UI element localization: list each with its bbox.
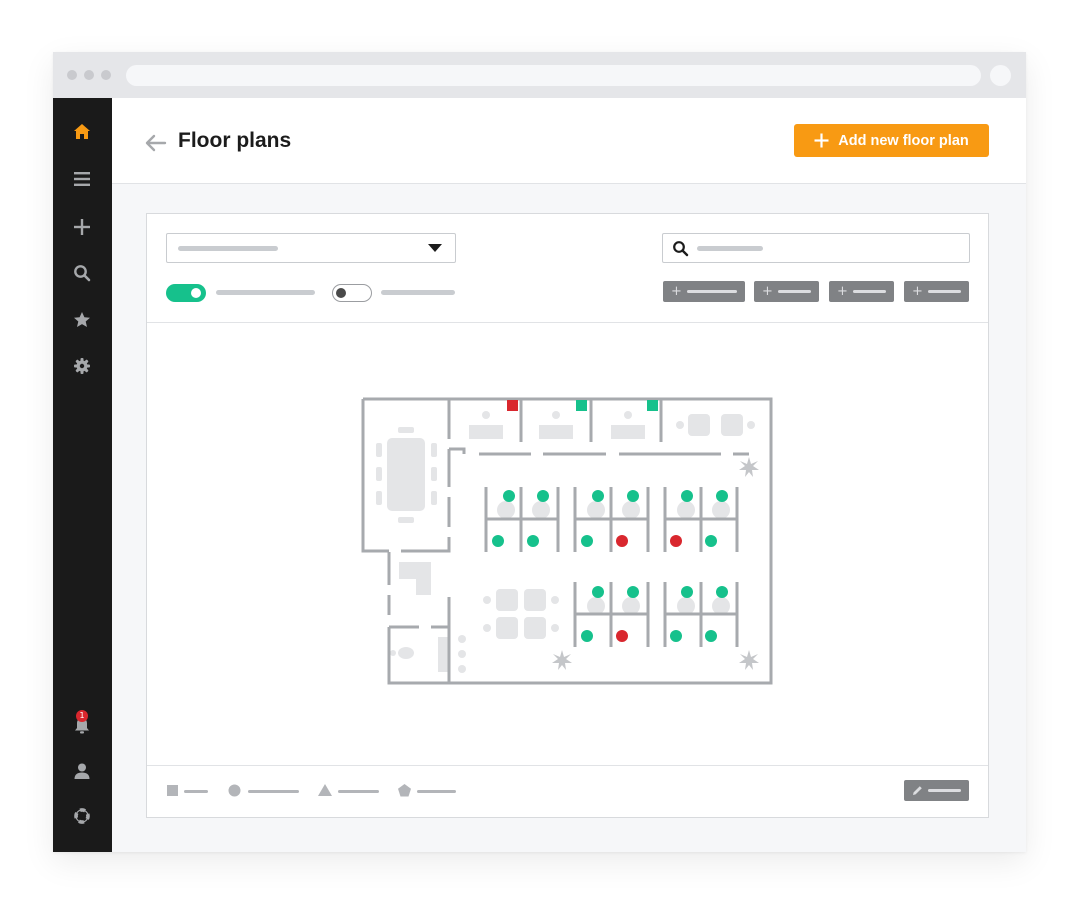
- legend-label: [184, 790, 208, 793]
- window-dot[interactable]: [84, 70, 94, 80]
- plus-icon: +: [837, 284, 848, 299]
- desk-available[interactable]: [681, 490, 693, 502]
- address-bar[interactable]: [126, 65, 981, 86]
- legend-label: [248, 790, 299, 793]
- home-icon: [74, 124, 90, 139]
- search-placeholder: [697, 246, 763, 251]
- plus-icon: [74, 219, 90, 235]
- floor-plan-toolbar: + + + +: [147, 214, 988, 323]
- toggle-switch-off[interactable]: [332, 284, 372, 302]
- toggle-switch-on[interactable]: [166, 284, 206, 302]
- desk-available[interactable]: [627, 490, 639, 502]
- window-dot[interactable]: [101, 70, 111, 80]
- circle-icon: [228, 784, 241, 797]
- add-floor-plan-button[interactable]: Add new floor plan: [794, 124, 989, 157]
- desk-available[interactable]: [581, 535, 593, 547]
- edit-button[interactable]: [904, 780, 969, 801]
- sidebar-item-profile[interactable]: [70, 759, 94, 783]
- furniture: [376, 411, 755, 673]
- floor-select[interactable]: [166, 233, 456, 263]
- page-header: Floor plans Add new floor plan: [112, 98, 1026, 184]
- sidebar-item-search[interactable]: [70, 261, 94, 285]
- desk-occupied[interactable]: [670, 535, 682, 547]
- desk-available[interactable]: [681, 586, 693, 598]
- caret-down-icon: [428, 244, 442, 252]
- browser-profile-button[interactable]: [990, 65, 1011, 86]
- sidebar-item-settings[interactable]: [70, 354, 94, 378]
- filter-button[interactable]: +: [829, 281, 894, 302]
- desk-available[interactable]: [627, 586, 639, 598]
- search-icon: [74, 265, 91, 282]
- sidebar-item-add[interactable]: [70, 215, 94, 239]
- floor-plan-legend: [147, 765, 988, 817]
- sidebar-item-home[interactable]: [70, 120, 94, 144]
- filter-label: [778, 290, 811, 293]
- desk-available[interactable]: [581, 630, 593, 642]
- toggle-knob: [336, 288, 346, 298]
- user-icon: [74, 763, 90, 779]
- filter-label: [687, 290, 737, 293]
- select-placeholder: [178, 246, 278, 251]
- room-status-occupied[interactable]: [507, 400, 518, 411]
- desk-available[interactable]: [716, 490, 728, 502]
- floor-plan-map[interactable]: [361, 397, 773, 685]
- desk-occupied[interactable]: [616, 630, 628, 642]
- desk-available[interactable]: [537, 490, 549, 502]
- legend-label: [417, 790, 456, 793]
- sidebar: 1: [53, 98, 112, 852]
- desk-available[interactable]: [705, 630, 717, 642]
- sidebar-item-menu[interactable]: [70, 167, 94, 191]
- plus-icon: [814, 133, 829, 148]
- browser-chrome: [53, 52, 1026, 98]
- desk-available[interactable]: [592, 490, 604, 502]
- desk-available[interactable]: [705, 535, 717, 547]
- pentagon-icon: [398, 784, 411, 797]
- desk-available[interactable]: [492, 535, 504, 547]
- filter-button[interactable]: +: [663, 281, 745, 302]
- lifebuoy-icon: [74, 808, 90, 824]
- search-icon: [673, 241, 689, 257]
- cubicle-partitions: [484, 487, 739, 647]
- star-icon: [74, 312, 90, 327]
- menu-icon: [74, 172, 90, 186]
- square-icon: [167, 785, 178, 796]
- filter-label: [928, 290, 961, 293]
- desk-available[interactable]: [503, 490, 515, 502]
- desk-occupied[interactable]: [616, 535, 628, 547]
- filter-button[interactable]: +: [904, 281, 969, 302]
- sidebar-item-favorites[interactable]: [70, 308, 94, 332]
- toggle-knob: [191, 288, 201, 298]
- window-dot[interactable]: [67, 70, 77, 80]
- toggle-label: [381, 290, 455, 295]
- sidebar-item-help[interactable]: [70, 804, 94, 828]
- plus-icon: +: [762, 284, 773, 299]
- add-floor-plan-label: Add new floor plan: [838, 132, 969, 149]
- desk-available[interactable]: [716, 586, 728, 598]
- desk-available[interactable]: [592, 586, 604, 598]
- notification-badge: 1: [76, 710, 88, 722]
- back-button[interactable]: [145, 134, 167, 152]
- edit-label: [928, 789, 961, 792]
- room-status-available[interactable]: [647, 400, 658, 411]
- desk-available[interactable]: [670, 630, 682, 642]
- toggle-label: [216, 290, 315, 295]
- floor-plan-card: + + + +: [146, 213, 989, 818]
- triangle-icon: [318, 784, 332, 796]
- room-status-available[interactable]: [576, 400, 587, 411]
- filter-label: [853, 290, 886, 293]
- gear-icon: [74, 358, 90, 374]
- page-title: Floor plans: [178, 129, 292, 152]
- plus-icon: +: [671, 284, 682, 299]
- arrow-left-icon: [145, 134, 167, 152]
- plus-icon: +: [912, 284, 923, 299]
- search-input[interactable]: [662, 233, 970, 263]
- browser-window: 1 Floor plans Add new floor plan + + + +: [53, 52, 1026, 852]
- pencil-icon: [913, 786, 922, 795]
- legend-label: [338, 790, 379, 793]
- filter-button[interactable]: +: [754, 281, 819, 302]
- desk-available[interactable]: [527, 535, 539, 547]
